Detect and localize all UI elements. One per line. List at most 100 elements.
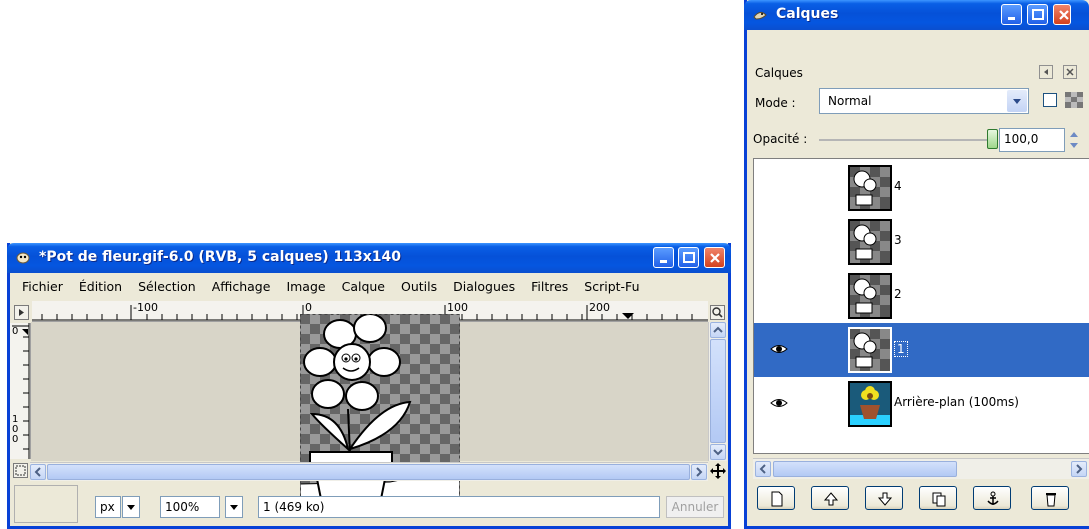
eye-icon[interactable]	[770, 343, 788, 355]
magnifier-icon	[712, 307, 723, 318]
layers-horizontal-scrollbar[interactable]	[753, 458, 1089, 479]
image-window: *Pot de fleur.gif-6.0 (RVB, 5 calques) 1…	[7, 243, 731, 529]
layer-thumbnail	[848, 381, 892, 427]
unit-select[interactable]: px	[95, 496, 121, 518]
panel-menu-button[interactable]	[1039, 65, 1053, 79]
vertical-scroll-thumb[interactable]	[710, 339, 726, 443]
eye-icon[interactable]	[770, 397, 788, 409]
unit-dropdown-button[interactable]	[122, 496, 140, 518]
move-cross-icon	[710, 463, 726, 479]
layer-name: 2	[894, 287, 902, 301]
layers-window-titlebar[interactable]: Calques	[744, 0, 1089, 30]
zoom-dropdown-button[interactable]	[225, 496, 243, 518]
layer-row[interactable]: 3	[754, 215, 1089, 269]
image-window-titlebar[interactable]: *Pot de fleur.gif-6.0 (RVB, 5 calques) 1…	[7, 243, 731, 273]
mode-label: Mode :	[755, 96, 796, 110]
layers-button-bar	[753, 486, 1089, 512]
layers-scroll-left-button[interactable]	[755, 461, 771, 477]
duplicate-layer-button[interactable]	[919, 486, 957, 510]
layer-name: 3	[894, 233, 902, 247]
layer-thumbnail	[848, 165, 892, 211]
duplicate-layer-icon	[932, 492, 946, 507]
chevron-left-icon	[34, 467, 41, 477]
opacity-slider[interactable]	[819, 139, 987, 141]
raise-layer-button[interactable]	[811, 486, 849, 510]
menubar: Fichier Édition Sélection Affichage Imag…	[10, 273, 728, 299]
vruler-label-0: 0	[12, 326, 19, 337]
cancel-button[interactable]: Annuler	[666, 496, 724, 518]
menu-edition[interactable]: Édition	[71, 279, 130, 294]
maximize-icon	[1032, 9, 1044, 20]
opacity-spin-buttons[interactable]	[1067, 128, 1081, 152]
status-bar: px 100% 1 (469 ko) Annuler	[10, 481, 728, 529]
new-layer-button[interactable]	[757, 486, 795, 510]
mode-dropdown-button[interactable]	[1007, 90, 1027, 112]
ruler-label-0: 0	[305, 301, 312, 314]
panel-close-button[interactable]	[1063, 65, 1077, 79]
layers-minimize-button[interactable]	[1001, 4, 1022, 25]
maximize-icon	[683, 252, 695, 263]
scroll-down-button[interactable]	[710, 444, 726, 460]
layer-row[interactable]: Arrière-plan (100ms)	[754, 377, 1089, 431]
layer-thumbnail	[848, 327, 892, 373]
layers-window-title: Calques	[776, 6, 839, 22]
horizontal-scroll-thumb[interactable]	[47, 464, 690, 480]
vertical-scrollbar[interactable]	[708, 322, 727, 461]
lower-layer-button[interactable]	[865, 486, 903, 510]
scroll-left-button[interactable]	[30, 464, 46, 480]
menu-image[interactable]: Image	[278, 279, 333, 294]
pointer-coords-area	[14, 485, 78, 523]
menu-outils[interactable]: Outils	[393, 279, 445, 294]
layers-scroll-right-button[interactable]	[1071, 461, 1087, 477]
menu-selection[interactable]: Sélection	[130, 279, 204, 294]
close-icon	[1059, 10, 1069, 20]
layer-row[interactable]: 4	[754, 161, 1089, 215]
navigate-button[interactable]	[710, 463, 726, 479]
layers-close-button[interactable]	[1053, 4, 1071, 25]
status-info: 1 (469 ko)	[258, 496, 660, 518]
layer-row[interactable]: 2	[754, 269, 1089, 323]
close-button[interactable]	[704, 247, 725, 268]
layer-name: 4	[894, 179, 902, 193]
vertical-ruler[interactable]: 0 100	[10, 323, 31, 459]
triangle-right-icon	[19, 309, 24, 316]
menu-calque[interactable]: Calque	[334, 279, 393, 294]
lower-layer-icon	[877, 492, 893, 506]
mode-select[interactable]: Normal	[819, 88, 1029, 114]
spin-arrows-icon	[1070, 132, 1078, 148]
layers-maximize-button[interactable]	[1027, 4, 1048, 25]
ruler-label-200: 200	[589, 301, 610, 314]
layer-row-selected[interactable]: 1	[754, 323, 1089, 377]
quick-mask-toggle[interactable]	[13, 463, 28, 478]
close-icon	[710, 253, 720, 263]
close-small-icon	[1066, 68, 1074, 76]
opacity-spinbox[interactable]: 100,0	[999, 128, 1065, 152]
horizontal-scrollbar[interactable]	[30, 462, 708, 481]
menu-affichage[interactable]: Affichage	[204, 279, 279, 294]
zoom-toggle-button[interactable]	[710, 305, 725, 320]
opacity-label: Opacité :	[753, 132, 808, 146]
zoom-select[interactable]: 100%	[160, 496, 220, 518]
menu-script-fu[interactable]: Script-Fu	[576, 279, 647, 294]
wilber-icon	[753, 11, 767, 20]
opacity-slider-handle[interactable]	[987, 129, 998, 149]
delete-layer-icon	[1046, 493, 1056, 507]
image-canvas[interactable]	[31, 314, 708, 511]
scroll-right-button[interactable]	[691, 464, 707, 480]
delete-layer-button[interactable]	[1031, 486, 1069, 510]
anchor-layer-button[interactable]	[973, 486, 1011, 510]
scroll-up-button[interactable]	[710, 322, 726, 338]
chevron-up-icon	[713, 326, 723, 333]
layer-name: 1	[894, 341, 908, 357]
menu-dialogues[interactable]: Dialogues	[445, 279, 523, 294]
minimize-button[interactable]	[653, 247, 674, 268]
menu-filtres[interactable]: Filtres	[523, 279, 576, 294]
ruler-label-minus100: -100	[133, 301, 158, 314]
ruler-label-100: 100	[447, 301, 468, 314]
maximize-button[interactable]	[678, 247, 699, 268]
layers-scroll-thumb[interactable]	[773, 461, 957, 477]
layers-list[interactable]: 4 3 2 1 Arrière-plan (100ms)	[753, 158, 1089, 454]
image-menu-button[interactable]	[14, 305, 29, 320]
menu-fichier[interactable]: Fichier	[14, 279, 71, 294]
keep-transparency-checkbox[interactable]	[1043, 93, 1057, 107]
